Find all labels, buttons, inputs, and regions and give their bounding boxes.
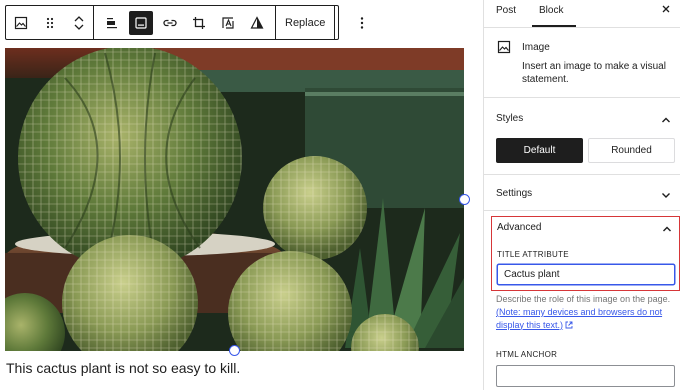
caption-icon[interactable]	[129, 10, 153, 35]
title-attribute-help-link[interactable]: (Note: many devices and browsers do not …	[496, 306, 676, 331]
crop-icon[interactable]	[187, 11, 211, 35]
resize-handle-bottom[interactable]	[229, 345, 240, 356]
move-up-down-icon[interactable]	[67, 11, 91, 35]
block-card-description: Insert an image to make a visual stateme…	[522, 61, 666, 85]
editor-canvas: Replace This cactus plant is not so easy…	[0, 0, 483, 390]
title-attribute-input[interactable]	[497, 264, 675, 285]
settings-panel: Settings	[484, 175, 680, 211]
help-link-text[interactable]: (Note: many devices and browsers do not …	[496, 307, 662, 330]
block-card-title: Image	[522, 42, 550, 53]
chevron-up-icon[interactable]	[662, 221, 672, 239]
html-anchor-label: HTML ANCHOR	[496, 350, 558, 359]
advanced-panel: Advanced TITLE ATTRIBUTE	[491, 216, 680, 291]
title-attribute-help: Describe the role of this image on the p…	[496, 294, 671, 304]
move-down-icon[interactable]	[73, 23, 85, 31]
block-card: Image Insert an image to make a visual s…	[484, 29, 680, 98]
tab-block[interactable]: Block	[539, 5, 563, 16]
text-over-image-icon[interactable]	[216, 11, 240, 35]
active-tab-indicator	[532, 25, 576, 27]
toolbar-group-replace: Replace	[276, 6, 336, 39]
block-toolbar: Replace	[5, 5, 364, 40]
cactus-image[interactable]	[5, 48, 464, 351]
toolbar-group-block	[6, 6, 94, 39]
cactus-photo	[5, 48, 464, 351]
move-up-icon[interactable]	[73, 15, 85, 23]
image-caption[interactable]: This cactus plant is not so easy to kill…	[6, 360, 240, 376]
style-rounded-button[interactable]: Rounded	[588, 138, 675, 163]
more-options-icon[interactable]	[350, 11, 374, 35]
toolbar-group-tools	[94, 6, 276, 39]
align-icon[interactable]	[100, 11, 124, 35]
html-anchor-input[interactable]	[496, 365, 675, 387]
close-icon[interactable]	[661, 4, 671, 17]
toolbar-group-more	[335, 6, 389, 39]
style-default-button[interactable]: Default	[496, 138, 583, 163]
title-attribute-label: TITLE ATTRIBUTE	[497, 250, 569, 259]
resize-handle-right[interactable]	[459, 194, 470, 205]
settings-panel-title[interactable]: Settings	[496, 188, 532, 199]
settings-sidebar: Post Block Image Insert an image to make…	[483, 0, 680, 390]
advanced-panel-title[interactable]: Advanced	[497, 222, 541, 233]
external-link-icon	[565, 321, 573, 328]
chevron-down-icon[interactable]	[661, 187, 671, 205]
image-icon	[497, 40, 511, 59]
styles-panel-title[interactable]: Styles	[496, 113, 523, 124]
replace-button[interactable]: Replace	[276, 6, 334, 39]
duotone-icon[interactable]	[245, 11, 269, 35]
styles-panel: Styles Default Rounded	[484, 98, 680, 175]
image-icon[interactable]	[9, 11, 33, 35]
drag-icon[interactable]	[38, 11, 62, 35]
link-icon[interactable]	[158, 11, 182, 35]
tab-post[interactable]: Post	[496, 5, 516, 16]
sidebar-tabs: Post Block	[484, 0, 680, 28]
chevron-up-icon[interactable]	[661, 112, 671, 130]
